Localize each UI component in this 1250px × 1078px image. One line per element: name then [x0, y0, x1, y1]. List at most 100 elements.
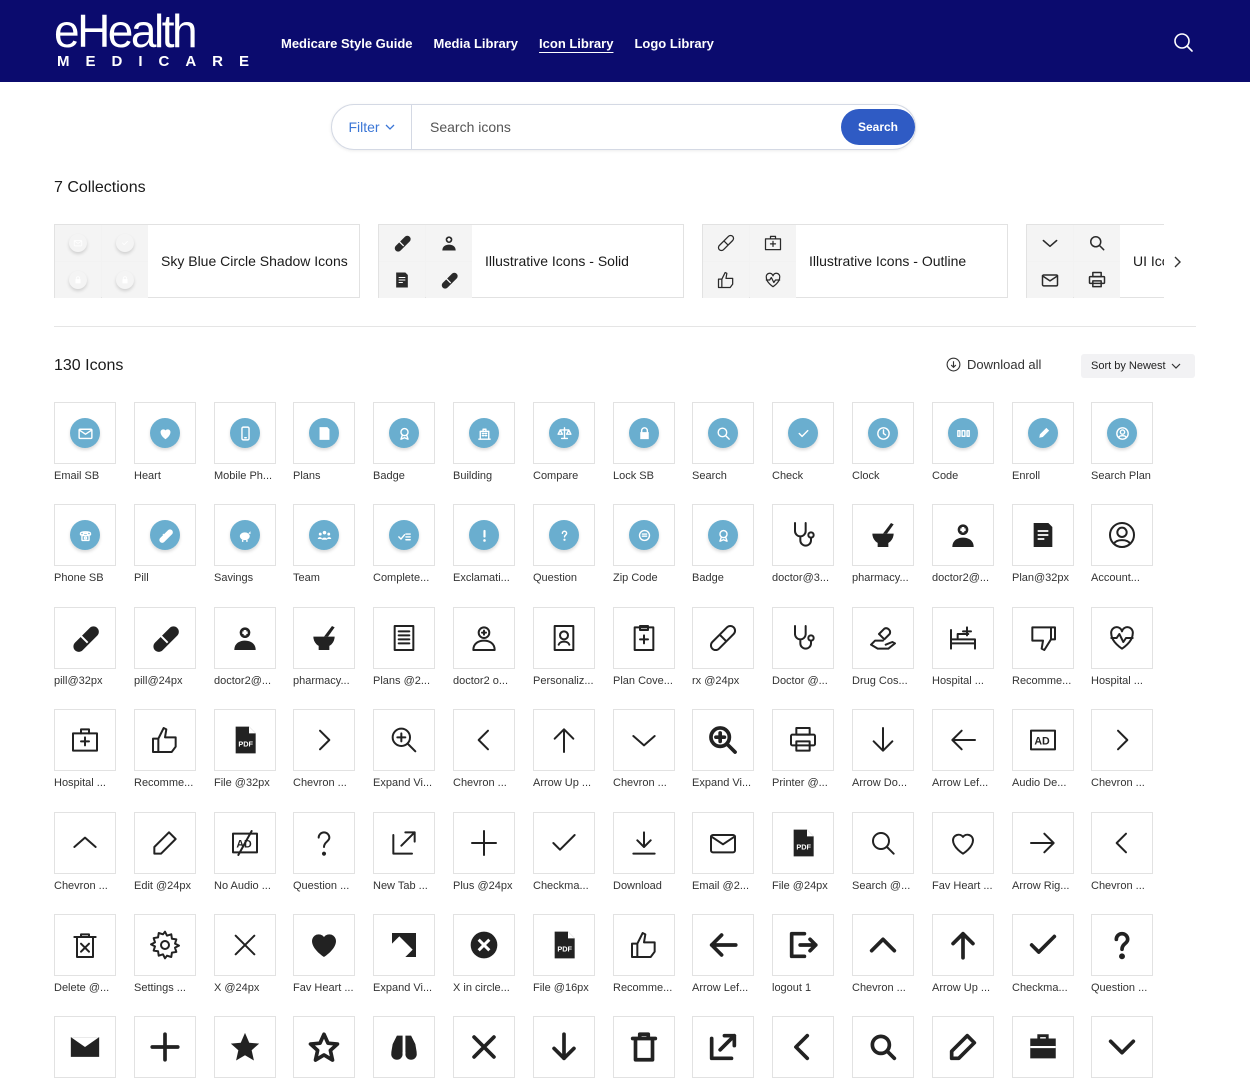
icon-preview[interactable] — [373, 914, 435, 976]
icon-tile[interactable] — [373, 1016, 435, 1078]
icon-preview[interactable]: AD — [214, 812, 276, 874]
icon-preview[interactable] — [54, 914, 116, 976]
icon-tile[interactable]: Chevron ... — [852, 914, 914, 994]
icon-tile[interactable]: Hospital ... — [54, 709, 116, 789]
icon-preview[interactable] — [373, 607, 435, 669]
collection-card[interactable]: Illustrative Icons - Outline — [702, 224, 1008, 298]
icon-tile[interactable]: doctor2@... — [214, 607, 276, 687]
icon-tile[interactable]: Checkma... — [533, 812, 595, 892]
sort-dropdown[interactable]: Sort by Newest — [1081, 354, 1195, 378]
icon-tile[interactable] — [1091, 1016, 1153, 1078]
icon-preview[interactable] — [293, 504, 355, 566]
icon-preview[interactable] — [613, 812, 675, 874]
icon-preview[interactable] — [293, 402, 355, 464]
icon-tile[interactable]: pill@24px — [134, 607, 196, 687]
icon-preview[interactable] — [692, 914, 754, 976]
icon-preview[interactable] — [214, 914, 276, 976]
icon-tile[interactable] — [613, 1016, 675, 1078]
icon-preview[interactable] — [373, 402, 435, 464]
collection-card[interactable]: UI Ico — [1026, 224, 1164, 298]
icon-tile[interactable]: Delete @... — [54, 914, 116, 994]
icon-preview[interactable] — [772, 504, 834, 566]
icon-tile[interactable]: Complete... — [373, 504, 435, 584]
icon-tile[interactable]: Expand Vi... — [373, 914, 435, 994]
icon-tile[interactable]: Email SB — [54, 402, 116, 482]
icon-tile[interactable]: Download — [613, 812, 675, 892]
icon-tile[interactable] — [932, 1016, 994, 1078]
icon-preview[interactable] — [692, 709, 754, 771]
icon-tile[interactable]: Badge — [373, 402, 435, 482]
icon-tile[interactable] — [134, 1016, 196, 1078]
icon-preview[interactable] — [533, 709, 595, 771]
icon-tile[interactable] — [852, 1016, 914, 1078]
icon-preview[interactable] — [373, 709, 435, 771]
icon-tile[interactable]: Zip Code — [613, 504, 675, 584]
icon-tile[interactable]: Exclamati... — [453, 504, 515, 584]
icon-tile[interactable] — [54, 1016, 116, 1078]
icon-preview[interactable] — [533, 402, 595, 464]
icon-preview[interactable] — [453, 402, 515, 464]
icon-preview[interactable] — [692, 1016, 754, 1078]
icon-tile[interactable]: Check — [772, 402, 834, 482]
icon-preview[interactable] — [373, 812, 435, 874]
icon-tile[interactable]: Fav Heart ... — [293, 914, 355, 994]
icon-preview[interactable] — [134, 1016, 196, 1078]
icon-tile[interactable]: Team — [293, 504, 355, 584]
icon-preview[interactable] — [852, 1016, 914, 1078]
icon-preview[interactable]: PDF — [214, 709, 276, 771]
filter-dropdown[interactable]: Filter — [332, 105, 412, 149]
icon-preview[interactable] — [54, 1016, 116, 1078]
icon-preview[interactable] — [134, 709, 196, 771]
icon-tile[interactable]: Expand Vi... — [373, 709, 435, 789]
icon-preview[interactable] — [613, 709, 675, 771]
icon-tile[interactable]: Edit @24px — [134, 812, 196, 892]
icon-preview[interactable] — [453, 607, 515, 669]
icon-preview[interactable] — [453, 504, 515, 566]
icon-preview[interactable] — [613, 504, 675, 566]
icon-tile[interactable] — [772, 1016, 834, 1078]
icon-tile[interactable]: Arrow Lef... — [692, 914, 754, 994]
icon-preview[interactable] — [852, 914, 914, 976]
icon-preview[interactable] — [852, 709, 914, 771]
icon-tile[interactable]: Badge — [692, 504, 754, 584]
icon-tile[interactable]: Personaliz... — [533, 607, 595, 687]
icon-preview[interactable] — [134, 812, 196, 874]
icon-preview[interactable]: AD — [1012, 709, 1074, 771]
icon-tile[interactable]: Enroll — [1012, 402, 1074, 482]
download-all-button[interactable]: Download all — [946, 357, 1041, 372]
icon-tile[interactable]: Chevron ... — [1091, 709, 1153, 789]
icon-preview[interactable] — [613, 914, 675, 976]
icon-tile[interactable]: doctor2 o... — [453, 607, 515, 687]
icon-tile[interactable]: Phone SB — [54, 504, 116, 584]
icon-tile[interactable]: AD Audio De... — [1012, 709, 1074, 789]
icon-preview[interactable] — [852, 402, 914, 464]
icon-tile[interactable]: Plans @2... — [373, 607, 435, 687]
icon-tile[interactable]: Pill — [134, 504, 196, 584]
icon-tile[interactable]: Recomme... — [1012, 607, 1074, 687]
icon-tile[interactable]: doctor2@... — [932, 504, 994, 584]
icon-tile[interactable]: doctor@3... — [772, 504, 834, 584]
icon-tile[interactable]: Chevron ... — [1091, 812, 1153, 892]
icon-tile[interactable]: Arrow Do... — [852, 709, 914, 789]
icon-tile[interactable]: Mobile Ph... — [214, 402, 276, 482]
icon-tile[interactable]: Compare — [533, 402, 595, 482]
icon-tile[interactable]: Search Plan — [1091, 402, 1153, 482]
icon-tile[interactable]: pharmacy... — [293, 607, 355, 687]
icon-preview[interactable] — [852, 812, 914, 874]
icon-tile[interactable]: Question ... — [1091, 914, 1153, 994]
icon-tile[interactable]: AD No Audio ... — [214, 812, 276, 892]
icon-preview[interactable] — [1091, 812, 1153, 874]
icon-preview[interactable] — [453, 709, 515, 771]
icon-preview[interactable] — [1012, 1016, 1074, 1078]
icon-tile[interactable]: Arrow Up ... — [533, 709, 595, 789]
icon-tile[interactable]: Account... — [1091, 504, 1153, 584]
icon-preview[interactable] — [293, 1016, 355, 1078]
icon-preview[interactable] — [453, 914, 515, 976]
icon-preview[interactable] — [1012, 402, 1074, 464]
icon-tile[interactable]: rx @24px — [692, 607, 754, 687]
icon-preview[interactable]: PDF — [533, 914, 595, 976]
icon-tile[interactable] — [214, 1016, 276, 1078]
icon-tile[interactable]: Search — [692, 402, 754, 482]
collection-card[interactable]: Illustrative Icons - Solid — [378, 224, 684, 298]
icon-preview[interactable] — [772, 607, 834, 669]
